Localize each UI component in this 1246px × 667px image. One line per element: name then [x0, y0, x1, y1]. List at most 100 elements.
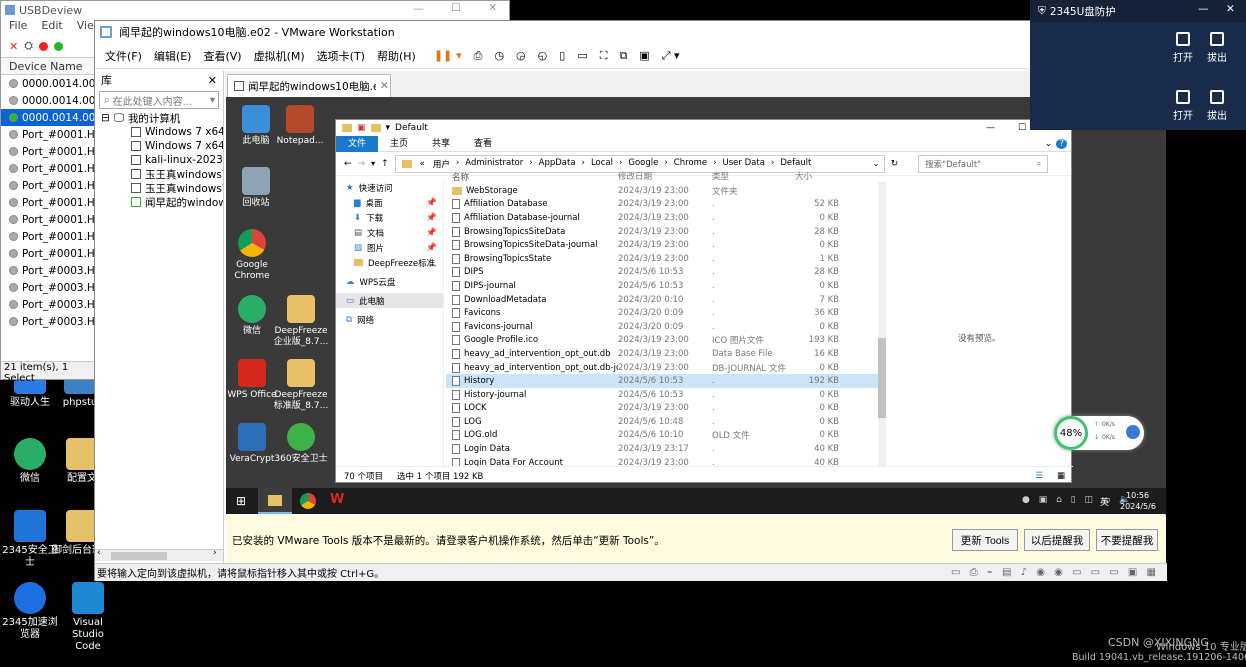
never-remind-button[interactable]: 不要提醒我 — [1096, 529, 1158, 551]
file-row[interactable]: Favicons-journal 2024/3/20 0:09. 0 KB — [446, 320, 886, 334]
maximize-icon[interactable]: ☐ — [451, 1, 461, 14]
open-button-1[interactable]: 打开 — [1168, 32, 1198, 64]
guest-icon-notepad[interactable]: Notepad... — [274, 105, 326, 147]
nav-deepfreeze[interactable]: DeepFreeze标准版 — [336, 255, 443, 270]
menu-edit[interactable]: Edit — [41, 19, 62, 35]
tree-root[interactable]: ⊟ 🖵 我的计算机 — [95, 111, 223, 125]
device-row[interactable]: Port_#0001.Hub — [1, 211, 97, 228]
details-view-icon[interactable]: ☰ — [1035, 471, 1043, 481]
clock-date[interactable]: 2024/5/6 — [1120, 502, 1156, 511]
enable-icon[interactable] — [54, 41, 64, 51]
breadcrumb-item[interactable]: Local — [591, 158, 613, 170]
ribbon-tab-home[interactable]: 主页 — [378, 136, 420, 152]
device-row[interactable]: Port_#0003.Hub — [1, 296, 97, 313]
guest-icon-deepfreeze-ent[interactable]: DeepFreeze企业版_8.7... — [272, 295, 330, 348]
device-status-icons[interactable]: ▭ ⎙ ⌁ ▤ ♪ ◉ ◉ ▭ ▭ ▭ ▣ ▦ — [951, 567, 1159, 578]
thumbnail-view-icon[interactable]: ▭ — [577, 49, 587, 62]
stretch-icon[interactable]: ⤢ ▾ — [662, 49, 680, 63]
file-row[interactable]: DIPS 2024/5/6 10:53. 28 KB — [446, 266, 886, 280]
device-row[interactable]: Port_#0003.Hub — [1, 262, 97, 279]
file-row[interactable]: Affiliation Database-journal 2024/3/19 23… — [446, 211, 886, 225]
ime-indicator[interactable]: 英 — [1100, 495, 1109, 508]
file-row[interactable]: Affiliation Database 2024/3/19 23:00. 52 K… — [446, 198, 886, 212]
vm-item[interactable]: 闻早起的windows10 — [95, 195, 223, 209]
u-disk-protect-widget[interactable]: ⛨ 2345U盘防护 — ✕ 打开 拔出 打开 拔出 — [1030, 0, 1246, 130]
device-row[interactable]: 0000.0014.0000 — [1, 92, 97, 109]
device-row[interactable]: Port_#0001.Hub — [1, 228, 97, 245]
nav-wps-cloud[interactable]: ☁ WPS云盘 — [336, 274, 443, 289]
vm-item[interactable]: 玉王真windows7 — [95, 167, 223, 181]
accelerate-icon[interactable] — [1126, 425, 1140, 439]
file-row[interactable]: heavy_ad_intervention_opt_out.db 2024/3/1… — [446, 347, 886, 361]
properties-icon[interactable]: ▣ — [357, 123, 366, 133]
guest-icon-wps[interactable]: WPS Office — [226, 359, 278, 401]
device-row[interactable]: Port_#0003.Hub — [1, 313, 97, 330]
file-row[interactable]: BrowsingTopicsState 2024/3/19 23:00. 1 KB — [446, 252, 886, 266]
vm-item[interactable]: 玉王真windows7 — [95, 181, 223, 195]
vm-item[interactable]: Windows 7 x64 — [95, 125, 223, 139]
breadcrumb-item[interactable]: Chrome — [674, 158, 707, 170]
device-row[interactable]: Port_#0001.Hub — [1, 194, 97, 211]
library-view-icon[interactable]: ▯ — [559, 49, 565, 62]
column-date[interactable]: 修改日期 — [618, 170, 712, 184]
file-row[interactable]: DownloadMetadata 2024/3/20 0:10. 7 KB — [446, 293, 886, 307]
pause-icon[interactable]: ❚❚ ▾ — [434, 49, 462, 62]
guest-screen[interactable]: 此电脑 Notepad... 回收站 Google Chrome 微信 Deep… — [226, 97, 1166, 514]
collapse-icon[interactable]: ⊟ — [101, 112, 110, 124]
nav-pictures[interactable]: ▨ 图片 📌 — [336, 240, 443, 255]
menu-view[interactable]: 查看(V) — [203, 48, 241, 64]
device-row[interactable]: Port_#0001.Hub — [1, 177, 97, 194]
menu-vm[interactable]: 虚拟机(M) — [254, 48, 305, 64]
unity-icon[interactable]: ⧉ — [619, 49, 627, 63]
eject-button-2[interactable]: 拔出 — [1202, 90, 1232, 122]
file-row[interactable]: History 2024/5/6 10:53. 192 KB — [446, 374, 886, 388]
host-icon-2345security[interactable]: 2345安全卫士 — [0, 510, 60, 569]
file-row[interactable]: LOCK 2024/3/19 23:00. 0 KB — [446, 402, 886, 416]
snapshot-icon[interactable]: ◷ — [494, 49, 504, 62]
file-row[interactable]: BrowsingTopicsSiteData 2024/3/19 23:00. 28… — [446, 225, 886, 239]
device-row[interactable]: Port_#0001.Hub — [1, 245, 97, 262]
menu-file[interactable]: File — [9, 19, 27, 35]
wps-icon[interactable]: W — [330, 492, 344, 507]
minimize-icon[interactable]: — — [1198, 3, 1209, 15]
clock-time[interactable]: 10:56 — [1126, 491, 1149, 500]
file-row[interactable]: Google Profile.ico 2024/3/19 23:00 ICO 图片文… — [446, 334, 886, 348]
guest-icon-recyclebin[interactable]: 回收站 — [230, 167, 282, 209]
breadcrumb-item[interactable]: User Data — [723, 158, 765, 170]
update-tools-button[interactable]: 更新 Tools — [952, 529, 1018, 551]
console-icon[interactable]: ▣ — [639, 49, 649, 62]
close-icon[interactable]: ✕ — [488, 1, 497, 14]
close-icon[interactable]: ✕ — [1226, 3, 1235, 15]
breadcrumb-item[interactable]: Default — [780, 158, 811, 170]
tab-vm[interactable]: 闻早起的windows10电脑.e02 ✕ — [227, 74, 391, 97]
guest-icon-360[interactable]: 360安全卫士 — [272, 423, 330, 465]
menu-edit[interactable]: 编辑(E) — [154, 48, 192, 64]
minimize-icon[interactable]: — — [986, 123, 995, 133]
taskbar-explorer[interactable] — [258, 488, 292, 514]
file-row[interactable]: LOG.old 2024/5/6 10:10 OLD 文件 0 KB — [446, 429, 886, 443]
guest-icon-chrome[interactable]: Google Chrome — [226, 229, 278, 282]
ribbon-tab-view[interactable]: 查看 — [462, 136, 504, 152]
close-icon[interactable]: ✕ — [208, 74, 217, 87]
library-search-input[interactable]: ⌕ 在此处键入内容... ▾ — [99, 91, 219, 109]
host-icon-wechat[interactable]: 微信 — [0, 438, 60, 485]
nav-network[interactable]: ⧉ 网络 — [336, 312, 443, 327]
guest-icon-veracrypt[interactable]: VeraCrypt — [226, 423, 278, 465]
address-chevron-icon[interactable]: ⌄ — [873, 159, 880, 169]
library-scrollbar[interactable]: ‹ › — [95, 548, 223, 561]
device-row[interactable]: 0000.0014.0000 — [1, 109, 97, 126]
fullscreen-icon[interactable]: ⛶ — [600, 49, 608, 63]
column-name[interactable]: 名称 — [446, 170, 618, 184]
ribbon-tab-share[interactable]: 共享 — [420, 136, 462, 152]
open-button-2[interactable]: 打开 — [1168, 90, 1198, 122]
file-row[interactable]: DIPS-journal 2024/5/6 10:53. 0 KB — [446, 279, 886, 293]
history-chevron-icon[interactable]: ▾ — [371, 159, 375, 168]
breadcrumb-item[interactable]: 用户 — [433, 158, 450, 170]
device-row[interactable]: Port_#0001.Hub — [1, 126, 97, 143]
minimize-icon[interactable]: — — [413, 2, 424, 15]
remind-later-button[interactable]: 以后提醒我 — [1024, 529, 1090, 551]
file-row[interactable]: Favicons 2024/3/20 0:09. 36 KB — [446, 306, 886, 320]
file-row[interactable]: heavy_ad_intervention_opt_out.db-jou... 2… — [446, 361, 886, 375]
nav-downloads[interactable]: ⬇ 下载 📌 — [336, 210, 443, 225]
device-row[interactable]: Port_#0001.Hub — [1, 160, 97, 177]
